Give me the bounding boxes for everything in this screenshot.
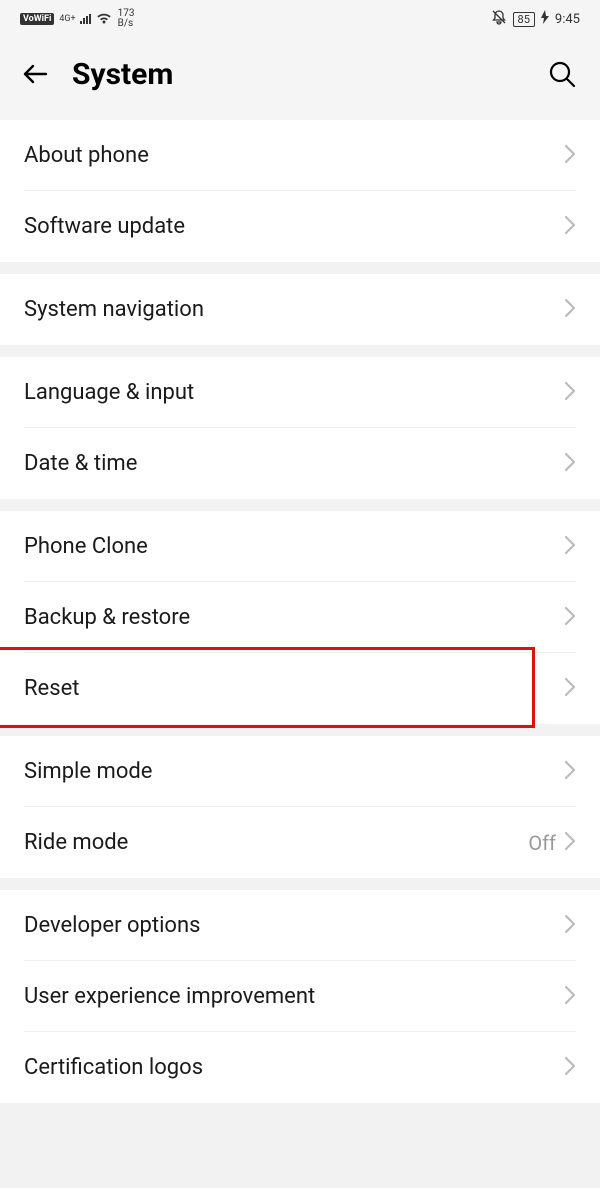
battery-level: 85 xyxy=(518,13,530,26)
row-language-input[interactable]: Language & input xyxy=(0,357,600,428)
settings-group: Phone Clone Backup & restore Reset xyxy=(0,511,600,724)
settings-group: Language & input Date & time xyxy=(0,357,600,499)
row-right xyxy=(564,606,576,630)
chevron-icon xyxy=(564,1056,576,1080)
row-label: Simple mode xyxy=(24,759,152,784)
row-date-time[interactable]: Date & time xyxy=(0,428,600,499)
row-right xyxy=(564,535,576,559)
chevron-right-icon xyxy=(564,831,576,851)
back-arrow-icon xyxy=(21,59,51,89)
chevron-icon xyxy=(564,215,576,239)
status-right: 85 9:45 xyxy=(491,9,580,29)
chevron-right-icon xyxy=(564,298,576,318)
row-right xyxy=(564,144,576,168)
vowifi-badge: VoWiFi xyxy=(20,13,54,25)
row-reset[interactable]: Reset xyxy=(0,653,600,724)
chevron-icon xyxy=(564,760,576,784)
row-label: Software update xyxy=(24,214,185,239)
chevron-right-icon xyxy=(564,760,576,780)
search-icon xyxy=(547,59,577,89)
row-label: User experience improvement xyxy=(24,984,315,1009)
speed-unit: B/s xyxy=(118,19,135,29)
chevron-right-icon xyxy=(564,535,576,555)
search-button[interactable] xyxy=(544,56,580,92)
row-simple-mode[interactable]: Simple mode xyxy=(0,736,600,807)
row-label: Developer options xyxy=(24,913,200,938)
network-speed: 173 B/s xyxy=(118,9,135,29)
settings-group: Developer options User experience improve… xyxy=(0,890,600,1103)
signal-icon xyxy=(79,13,93,25)
page-title: System xyxy=(72,57,524,92)
battery-indicator: 85 xyxy=(513,12,535,27)
back-button[interactable] xyxy=(20,58,52,90)
row-ride-mode[interactable]: Ride mode Off xyxy=(0,807,600,878)
chevron-right-icon xyxy=(564,677,576,697)
charging-icon xyxy=(541,10,549,28)
row-label: Date & time xyxy=(24,451,137,476)
row-backup-restore[interactable]: Backup & restore xyxy=(0,582,600,653)
chevron-icon xyxy=(564,831,576,855)
chevron-icon xyxy=(564,381,576,405)
dnd-icon xyxy=(491,9,507,29)
settings-group: Simple mode Ride mode Off xyxy=(0,736,600,878)
settings-group: About phone Software update xyxy=(0,120,600,262)
row-right xyxy=(564,452,576,476)
chevron-icon xyxy=(564,677,576,701)
header: System xyxy=(0,38,600,120)
settings-group: System navigation xyxy=(0,274,600,345)
row-certification-logos[interactable]: Certification logos xyxy=(0,1032,600,1103)
chevron-icon xyxy=(564,298,576,322)
row-right xyxy=(564,985,576,1009)
row-label: System navigation xyxy=(24,297,204,322)
row-software-update[interactable]: Software update xyxy=(0,191,600,262)
row-right xyxy=(564,1056,576,1080)
chevron-icon xyxy=(564,144,576,168)
status-bar: VoWiFi 4G+ 173 B/s 85 9:45 xyxy=(0,0,600,38)
row-system-navigation[interactable]: System navigation xyxy=(0,274,600,345)
clock: 9:45 xyxy=(555,12,580,27)
chevron-right-icon xyxy=(564,381,576,401)
chevron-right-icon xyxy=(564,144,576,164)
row-label: Certification logos xyxy=(24,1055,203,1080)
chevron-icon xyxy=(564,985,576,1009)
status-left: VoWiFi 4G+ 173 B/s xyxy=(20,9,135,29)
row-label: About phone xyxy=(24,143,149,168)
chevron-icon xyxy=(564,606,576,630)
row-phone-clone[interactable]: Phone Clone xyxy=(0,511,600,582)
chevron-right-icon xyxy=(564,215,576,235)
row-right xyxy=(564,381,576,405)
row-value: Off xyxy=(528,831,556,855)
chevron-right-icon xyxy=(564,606,576,626)
chevron-right-icon xyxy=(564,985,576,1005)
chevron-right-icon xyxy=(564,914,576,934)
row-right xyxy=(564,760,576,784)
row-right xyxy=(564,215,576,239)
highlight-box xyxy=(0,647,535,728)
row-label: Phone Clone xyxy=(24,534,148,559)
row-user-experience-improvement[interactable]: User experience improvement xyxy=(0,961,600,1032)
wifi-icon xyxy=(96,13,112,25)
row-about-phone[interactable]: About phone xyxy=(0,120,600,191)
chevron-icon xyxy=(564,914,576,938)
row-right xyxy=(564,298,576,322)
row-right: Off xyxy=(528,831,576,855)
chevron-icon xyxy=(564,452,576,476)
row-label: Language & input xyxy=(24,380,194,405)
row-label: Backup & restore xyxy=(24,605,190,630)
row-label: Reset xyxy=(24,676,79,701)
chevron-right-icon xyxy=(564,452,576,472)
chevron-right-icon xyxy=(564,1056,576,1076)
row-label: Ride mode xyxy=(24,830,128,855)
chevron-icon xyxy=(564,535,576,559)
row-right xyxy=(564,914,576,938)
network-label: 4G+ xyxy=(59,14,75,24)
row-right xyxy=(564,677,576,701)
row-developer-options[interactable]: Developer options xyxy=(0,890,600,961)
